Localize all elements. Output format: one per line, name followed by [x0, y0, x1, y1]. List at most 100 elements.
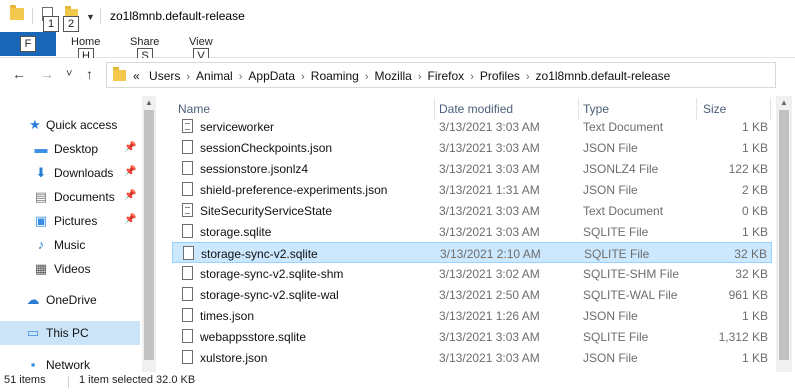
navigation-pane: ★ Quick access ▬ Desktop 📌 ⬇ Downloads 📌…: [0, 96, 158, 372]
file-row[interactable]: serviceworker 3/13/2021 3:03 AM Text Docum…: [172, 116, 772, 137]
file-name: sessionstore.jsonlz4: [200, 162, 309, 176]
item-count: 51 items: [4, 374, 46, 386]
column-header-size[interactable]: Size: [703, 102, 726, 116]
file-name: storage.sqlite: [200, 225, 272, 239]
file-icon: [182, 287, 193, 301]
file-name: webappsstore.sqlite: [200, 330, 307, 344]
file-row[interactable]: SiteSecurityServiceState 3/13/2021 3:03 A…: [172, 200, 772, 221]
customize-toolbar-dropdown[interactable]: ▼: [86, 12, 95, 22]
column-header-type[interactable]: Type: [583, 102, 609, 116]
address-bar[interactable]: « Users › Animal › AppData › Roaming › Mozilla › F…: [106, 62, 776, 88]
file-row[interactable]: storage-sync-v2.sqlite-shm 3/13/2021 3:02…: [172, 263, 772, 284]
sidebar-item-quick-access[interactable]: ★ Quick access: [0, 113, 140, 137]
file-date-modified: 3/13/2021 3:02 AM: [439, 267, 540, 281]
file-row[interactable]: shield-preference-experiments.json 3/13/2…: [172, 179, 772, 200]
recent-locations-chevron-icon[interactable]: ˅: [66, 68, 72, 80]
breadcrumb-item[interactable]: Firefox: [428, 69, 465, 83]
tab-share[interactable]: Share: [130, 36, 159, 48]
column-header-date[interactable]: Date modified: [439, 102, 513, 116]
sidebar-item-label: Quick access: [46, 118, 118, 132]
file-tab[interactable]: F: [0, 32, 56, 56]
scroll-up-icon[interactable]: ▲: [780, 98, 788, 107]
keytip-2: 2: [63, 16, 79, 32]
file-row[interactable]: storage-sync-v2.sqlite-wal 3/13/2021 2:50…: [172, 284, 772, 305]
file-row[interactable]: times.json 3/13/2021 1:26 AM JSON File 1 KB: [172, 305, 772, 326]
chevron-right-icon[interactable]: ›: [464, 71, 480, 83]
breadcrumb-item[interactable]: Profiles: [480, 69, 520, 83]
overflow-chevron-icon[interactable]: «: [133, 69, 140, 83]
sidebar-item-label: Desktop: [54, 142, 99, 156]
scroll-up-icon[interactable]: ▲: [145, 98, 153, 107]
forward-arrow-icon[interactable]: →: [40, 66, 54, 82]
file-type: SQLITE-SHM File: [583, 267, 680, 281]
file-row[interactable]: sessionCheckpoints.json 3/13/2021 3:03 AM…: [172, 137, 772, 158]
scrollbar-thumb[interactable]: [779, 110, 789, 360]
file-name: sessionCheckpoints.json: [200, 141, 333, 155]
sidebar-item-label: Network: [46, 358, 91, 372]
network-icon: ▪: [30, 357, 36, 372]
file-date-modified: 3/13/2021 1:31 AM: [439, 183, 540, 197]
star-icon: ★: [29, 117, 41, 132]
sidebar-item-label: This PC: [46, 326, 89, 340]
pin-icon: 📌: [124, 214, 137, 225]
file-type: SQLITE-WAL File: [583, 288, 678, 302]
file-date-modified: 3/13/2021 3:03 AM: [439, 225, 540, 239]
download-icon: ⬇: [35, 165, 47, 180]
file-icon: [182, 224, 193, 238]
sidebar-item-desktop[interactable]: ▬ Desktop 📌: [0, 137, 140, 161]
file-size: 1,312 KB: [718, 330, 768, 344]
file-date-modified: 3/13/2021 3:03 AM: [439, 120, 540, 134]
file-row[interactable]: storage.sqlite 3/13/2021 3:03 AM SQLITE Fi…: [172, 221, 772, 242]
tab-view[interactable]: View: [189, 36, 213, 48]
file-list-scrollbar[interactable]: ▲: [776, 96, 792, 372]
sidebar-scrollbar[interactable]: ▲: [142, 96, 156, 372]
breadcrumb-item[interactable]: Users: [143, 69, 180, 83]
chevron-right-icon[interactable]: ›: [180, 71, 196, 83]
breadcrumb-item[interactable]: Roaming: [311, 69, 359, 83]
sidebar-item-pictures[interactable]: ▣ Pictures 📌: [0, 209, 140, 233]
file-size: 1 KB: [741, 120, 768, 134]
scrollbar-thumb[interactable]: [144, 110, 154, 360]
tab-home[interactable]: Home: [71, 36, 100, 48]
sidebar-item-network[interactable]: ▪ Network: [0, 353, 140, 373]
file-type: JSONLZ4 File: [583, 162, 659, 176]
file-type: JSON File: [583, 141, 638, 155]
file-icon: [182, 161, 193, 175]
breadcrumb-item[interactable]: Animal: [196, 69, 233, 83]
sidebar-item-label: Documents: [54, 190, 115, 204]
sidebar-item-this-pc[interactable]: ▭ This PC: [0, 321, 140, 345]
sidebar-item-videos[interactable]: ▦ Videos: [0, 257, 140, 281]
music-icon: ♪: [37, 237, 45, 252]
sidebar-item-onedrive[interactable]: ☁ OneDrive: [0, 288, 140, 312]
file-icon: [182, 182, 193, 196]
sidebar-item-documents[interactable]: ▤ Documents 📌: [0, 185, 140, 209]
folder-icon: [113, 67, 126, 81]
chevron-right-icon[interactable]: ›: [412, 71, 428, 83]
chevron-right-icon[interactable]: ›: [295, 71, 311, 83]
back-arrow-icon[interactable]: ←: [12, 66, 26, 82]
sidebar-item-label: Videos: [54, 262, 91, 276]
sidebar-item-music[interactable]: ♪ Music: [0, 233, 140, 257]
sidebar-item-label: Downloads: [54, 166, 114, 180]
file-date-modified: 3/13/2021 2:50 AM: [439, 288, 540, 302]
file-row[interactable]: webappsstore.sqlite 3/13/2021 3:03 AM SQLI…: [172, 326, 772, 347]
chevron-right-icon[interactable]: ›: [520, 71, 536, 83]
breadcrumb-item[interactable]: zo1l8mnb.default-release: [536, 69, 671, 83]
up-arrow-icon[interactable]: ↑: [86, 66, 93, 82]
breadcrumb-item[interactable]: Mozilla: [374, 69, 411, 83]
text-document-icon: [182, 119, 193, 133]
file-row[interactable]: storage-sync-v2.sqlite 3/13/2021 2:10 AM S…: [172, 242, 772, 263]
file-type: Text Document: [583, 204, 664, 218]
file-icon: [183, 246, 194, 260]
chevron-right-icon[interactable]: ›: [359, 71, 375, 83]
file-row[interactable]: sessionstore.jsonlz4 3/13/2021 3:03 AM JSO…: [172, 158, 772, 179]
file-row[interactable]: xulstore.json 3/13/2021 3:03 AM JSON File 1…: [172, 347, 772, 368]
sidebar-item-downloads[interactable]: ⬇ Downloads 📌: [0, 161, 140, 185]
file-list: Name Date modified Type Size servicework…: [170, 96, 772, 372]
breadcrumb-item[interactable]: AppData: [248, 69, 295, 83]
file-size: 32 KB: [735, 267, 768, 281]
window-title: zo1l8mnb.default-release: [110, 9, 245, 23]
column-header-name[interactable]: Name: [178, 102, 210, 116]
chevron-right-icon[interactable]: ›: [233, 71, 249, 83]
file-icon: [182, 266, 193, 280]
